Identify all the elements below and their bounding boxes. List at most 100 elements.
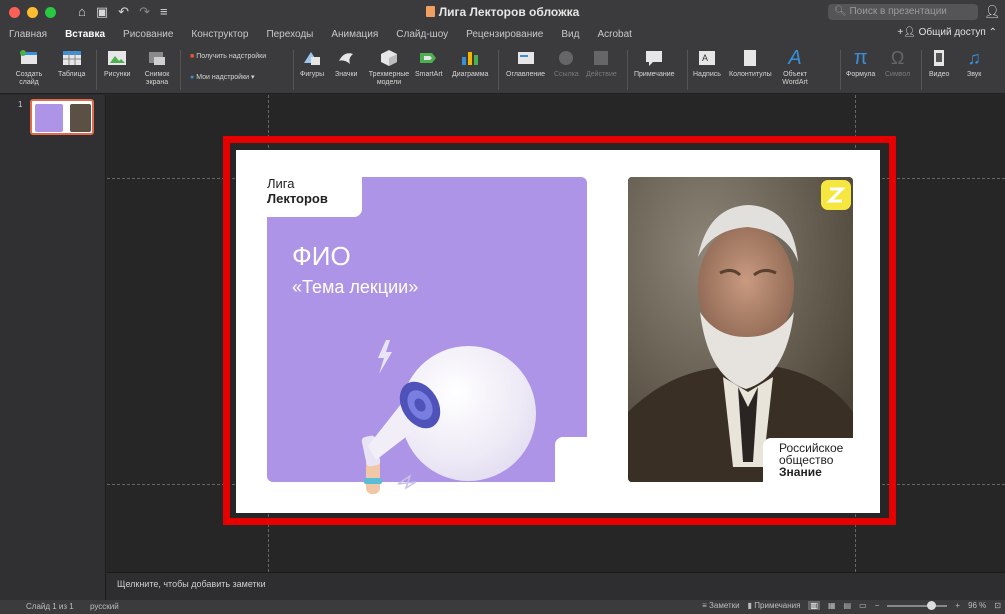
smartart-button[interactable]: SmartArt bbox=[415, 48, 443, 79]
ribbon-separator bbox=[293, 50, 294, 90]
zoom-in-icon[interactable]: + bbox=[955, 601, 960, 610]
slide-thumbnail-number: 1 bbox=[18, 100, 23, 109]
tab-draw[interactable]: Рисование bbox=[114, 29, 182, 40]
brand-logo-text[interactable]: Лига Лекторов bbox=[267, 176, 328, 206]
zoom-slider[interactable] bbox=[887, 600, 948, 610]
undo-icon[interactable]: ↶ bbox=[118, 4, 129, 20]
thumb-photo bbox=[70, 104, 91, 132]
link-button[interactable]: Ссылка bbox=[554, 48, 579, 79]
title-bar: ⌂ ▣ ↶ ↷ ≡ Лига Лекторов обложка 🔍︎ Поиск… bbox=[0, 0, 1005, 24]
megaphone-illustration[interactable] bbox=[346, 336, 466, 501]
cube-icon bbox=[381, 50, 397, 66]
tab-animations[interactable]: Анимация bbox=[322, 29, 387, 40]
reading-view-icon[interactable]: ▤ bbox=[844, 601, 852, 610]
comments-toggle-label: Примечания bbox=[754, 601, 801, 610]
tab-transitions[interactable]: Переходы bbox=[257, 29, 322, 40]
portrait-image bbox=[628, 177, 853, 482]
pictures-button[interactable]: Рисунки bbox=[104, 48, 130, 79]
new-slide-button[interactable]: Создать слайд bbox=[14, 48, 44, 87]
new-slide-icon bbox=[20, 50, 37, 64]
notes-pane[interactable]: Щелкните, чтобы добавить заметки bbox=[107, 572, 1005, 600]
z-mark-icon bbox=[826, 187, 846, 203]
share-label: Общий доступ bbox=[918, 27, 986, 38]
comment-icon bbox=[646, 51, 663, 66]
notes-placeholder: Щелкните, чтобы добавить заметки bbox=[117, 579, 266, 589]
home-icon[interactable]: ⌂ bbox=[78, 4, 86, 20]
fit-to-window-icon[interactable]: ⊡ bbox=[994, 601, 1001, 610]
tab-design[interactable]: Конструктор bbox=[182, 29, 257, 40]
portrait-photo[interactable] bbox=[628, 177, 853, 482]
slide-counter: Слайд 1 из 1 bbox=[26, 602, 74, 611]
action-button[interactable]: Действие bbox=[586, 48, 617, 79]
normal-view-icon[interactable]: ▥ bbox=[808, 601, 821, 610]
pictures-label: Рисунки bbox=[104, 71, 131, 78]
wordart-button[interactable]: A Объект WordArt bbox=[778, 48, 812, 87]
account-icon[interactable]: 👤︎ bbox=[984, 4, 1001, 20]
comments-toggle[interactable]: ▮ Примечания bbox=[748, 601, 801, 610]
tab-insert[interactable]: Вставка bbox=[56, 29, 114, 40]
minimize-button[interactable] bbox=[27, 6, 38, 18]
lightning-icon bbox=[378, 340, 392, 374]
slide-sorter-icon[interactable]: ▦ bbox=[828, 601, 836, 610]
zoom-level[interactable]: 96 % bbox=[968, 601, 986, 610]
search-input[interactable]: 🔍︎ Поиск в презентации bbox=[828, 4, 978, 20]
shapes-button[interactable]: Фигуры bbox=[300, 48, 324, 79]
lecture-topic-placeholder[interactable]: «Тема лекции» bbox=[292, 277, 418, 298]
screenshot-label: Снимок экрана bbox=[144, 71, 170, 86]
powerpoint-window: ⌂ ▣ ↶ ↷ ≡ Лига Лекторов обложка 🔍︎ Поиск… bbox=[0, 0, 1005, 614]
ribbon-separator bbox=[180, 50, 181, 90]
equation-label: Формула bbox=[846, 71, 876, 78]
thumb-purple-block bbox=[35, 104, 63, 132]
notes-toggle[interactable]: ≡ Заметки bbox=[702, 601, 740, 610]
icons-button[interactable]: Значки bbox=[335, 48, 357, 79]
tab-review[interactable]: Рецензирование bbox=[457, 29, 552, 40]
textbox-label: Надпись bbox=[693, 71, 721, 78]
search-placeholder: Поиск в презентации bbox=[849, 6, 947, 17]
my-addins-label: Мои надстройки bbox=[196, 74, 250, 81]
tab-slideshow[interactable]: Слайд-шоу bbox=[387, 29, 457, 40]
action-icon bbox=[594, 51, 609, 65]
picture-icon bbox=[108, 51, 127, 65]
status-bar: Слайд 1 из 1 русский ≡ Заметки ▮ Примеча… bbox=[0, 600, 1005, 614]
table-button[interactable]: Таблица bbox=[58, 48, 85, 79]
toc-button[interactable]: Оглавление bbox=[506, 48, 545, 79]
share-button[interactable]: +👤︎ Общий доступ ⌃ bbox=[897, 27, 997, 38]
slide[interactable]: Лига Лекторов ФИО «Тема лекции» Российск… bbox=[236, 150, 880, 513]
close-button[interactable] bbox=[9, 6, 20, 18]
equation-button[interactable]: π Формула bbox=[846, 48, 875, 79]
smartart-icon bbox=[419, 53, 436, 63]
video-button[interactable]: Видео bbox=[929, 48, 949, 79]
znanie-logo-icon[interactable] bbox=[821, 180, 851, 210]
zoom-slider-knob[interactable] bbox=[927, 600, 937, 610]
zoom-button[interactable] bbox=[45, 6, 56, 18]
save-icon[interactable]: ▣ bbox=[96, 4, 108, 20]
textbox-button[interactable]: A Надпись bbox=[693, 48, 721, 79]
chart-button[interactable]: Диаграмма bbox=[452, 48, 488, 79]
customize-toolbar-icon[interactable]: ≡ bbox=[160, 4, 168, 20]
organization-logo-text[interactable]: Российское общество Знание bbox=[763, 438, 856, 484]
speaker-name-placeholder[interactable]: ФИО bbox=[292, 241, 351, 272]
slide-thumbnail-1[interactable] bbox=[30, 99, 94, 135]
3d-models-button[interactable]: Трехмерные модели bbox=[367, 48, 411, 87]
comment-button[interactable]: Примечание bbox=[634, 48, 675, 79]
symbol-button[interactable]: Ω Символ bbox=[885, 48, 910, 79]
chart-label: Диаграмма bbox=[452, 71, 489, 78]
org-line-3: Знание bbox=[779, 465, 822, 479]
brand-line-1: Лига bbox=[267, 176, 295, 191]
video-label: Видео bbox=[929, 71, 950, 78]
tab-home[interactable]: Главная bbox=[0, 29, 56, 40]
slideshow-icon[interactable]: ▭ bbox=[859, 601, 867, 610]
tab-view[interactable]: Вид bbox=[552, 29, 588, 40]
language-indicator[interactable]: русский bbox=[90, 602, 119, 611]
redo-icon[interactable]: ↷ bbox=[139, 4, 150, 20]
quick-access-toolbar: ⌂ ▣ ↶ ↷ ≡ bbox=[78, 4, 168, 20]
get-addins-button[interactable]: ■ Получить надстройки bbox=[190, 53, 266, 60]
zoom-out-icon[interactable]: − bbox=[875, 601, 880, 610]
audio-button[interactable]: ♫ Звук bbox=[967, 48, 981, 79]
ribbon-separator bbox=[687, 50, 688, 90]
tab-acrobat[interactable]: Acrobat bbox=[588, 29, 640, 40]
header-footer-button[interactable]: Колонтитулы bbox=[729, 48, 772, 79]
screenshot-button[interactable]: Снимок экрана bbox=[142, 48, 172, 87]
comment-label: Примечание bbox=[634, 71, 675, 78]
my-addins-button[interactable]: ● Мои надстройки ▾ bbox=[190, 73, 255, 81]
